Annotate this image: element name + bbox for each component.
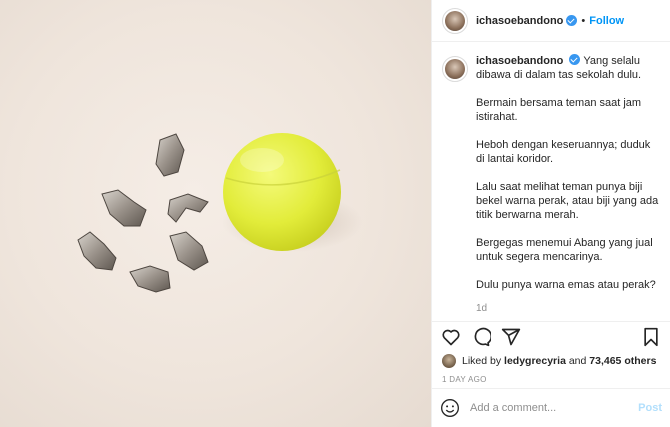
likes-count[interactable]: 73,465 others (589, 355, 656, 367)
likes-prefix: Liked by (462, 355, 502, 367)
liker-username[interactable]: ledygrecyria (504, 355, 566, 367)
bekel-pieces (77, 133, 209, 293)
caption-time[interactable]: 1d (476, 302, 660, 316)
comment-icon[interactable] (470, 326, 492, 348)
post-date[interactable]: 1 DAY AGO (432, 371, 670, 389)
caption-paragraph: Dulu punya warna emas atau perak? (476, 279, 656, 291)
post-header: ichasoebandono • Follow (432, 0, 670, 42)
caption-paragraph: Lalu saat melihat teman punya biji bekel… (476, 181, 659, 221)
post-image[interactable] (0, 0, 431, 427)
caption-area: ichasoebandono Yang selalu dibawa di dal… (432, 42, 670, 321)
bookmark-icon[interactable] (640, 326, 662, 348)
caption-paragraph: Bergegas menemui Abang yang jual untuk s… (476, 237, 653, 263)
bekel-ball (223, 133, 341, 251)
caption-paragraph: Bermain bersama teman saat jam istirahat… (476, 97, 642, 123)
comment-input[interactable] (470, 402, 639, 414)
caption-username[interactable]: ichasoebandono (476, 55, 563, 67)
likes-joiner: and (568, 355, 587, 367)
author-avatar[interactable] (442, 7, 468, 34)
caption-text: ichasoebandono Yang selalu dibawa di dal… (476, 54, 660, 321)
comment-box: Post (432, 389, 670, 427)
verified-icon (569, 54, 581, 65)
verified-icon (566, 15, 578, 26)
caption-paragraph: Heboh dengan keseruannya; duduk di lanta… (476, 139, 651, 165)
heart-icon[interactable] (440, 326, 462, 348)
caption-avatar[interactable] (442, 56, 468, 82)
liker-avatar[interactable] (442, 354, 456, 368)
instagram-post: ichasoebandono • Follow ichasoebandono Y… (0, 0, 670, 427)
post-sidebar: ichasoebandono • Follow ichasoebandono Y… (431, 0, 670, 427)
emoji-icon[interactable] (440, 398, 460, 418)
post-comment-button[interactable]: Post (638, 402, 662, 414)
share-icon[interactable] (500, 326, 522, 348)
author-username[interactable]: ichasoebandono (476, 15, 563, 27)
follow-button[interactable]: Follow (589, 15, 624, 27)
action-bar (432, 321, 670, 351)
likes-summary: Liked by ledygrecyria and 73,465 others (432, 351, 670, 371)
separator-dot: • (581, 14, 586, 27)
bekel-photo (77, 133, 362, 293)
